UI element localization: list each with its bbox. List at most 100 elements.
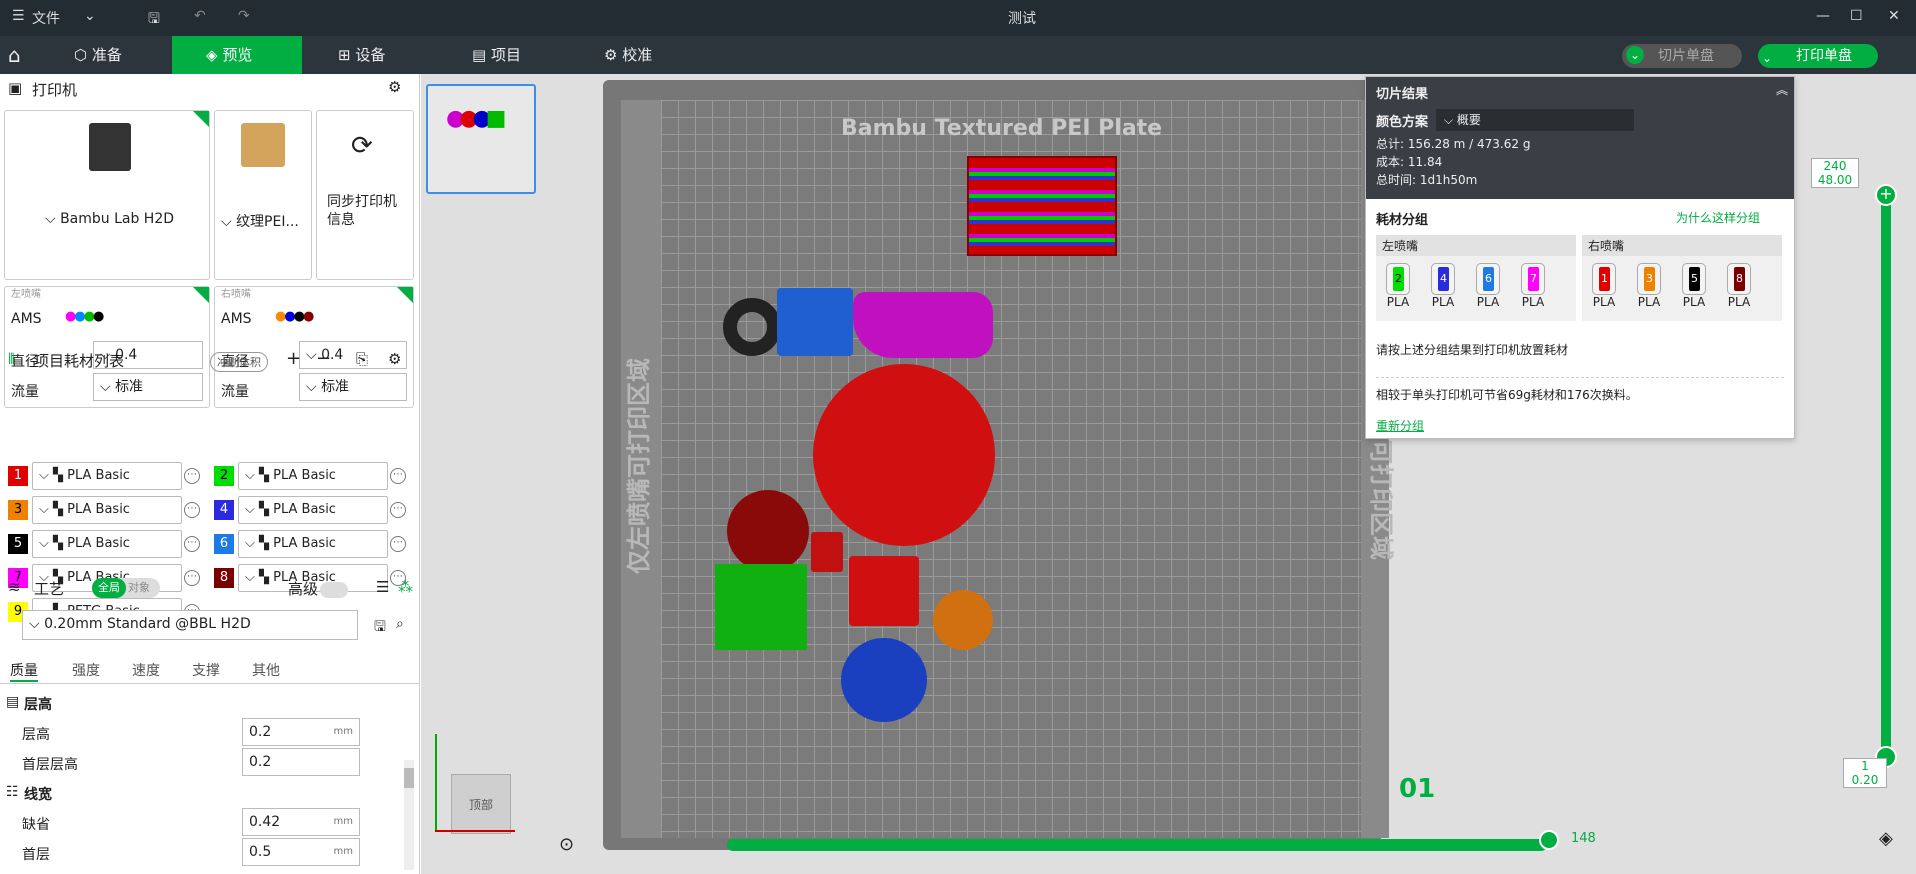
regroup-link[interactable]: 重新分组: [1376, 417, 1424, 434]
filament-more-icon[interactable]: ⋯: [390, 502, 406, 518]
filament-select[interactable]: ⌵ ▚ PLA Basic: [32, 462, 182, 490]
spool-icon: 2: [1386, 263, 1410, 295]
filament-more-icon[interactable]: ⋯: [184, 502, 200, 518]
filament-color-swatch[interactable]: 6: [214, 534, 234, 554]
process-preset-select[interactable]: ⌵ 0.20mm Standard @BBL H2D: [22, 610, 358, 640]
printer-icon: ▣: [8, 79, 23, 97]
layer-height-input[interactable]: 0.2 mm: [242, 718, 360, 746]
tab-prepare[interactable]: ⬡ 准备: [74, 36, 174, 74]
filament-more-icon[interactable]: ⋯: [184, 536, 200, 552]
plate-type-card[interactable]: ⌵ 纹理PEI...: [214, 110, 312, 280]
gear-icon[interactable]: ⚙: [388, 78, 401, 96]
filament-color-swatch[interactable]: 4: [214, 500, 234, 520]
filament-select[interactable]: ⌵ ▚ PLA Basic: [238, 496, 388, 524]
model-striped-block[interactable]: [967, 156, 1117, 256]
model-red-block[interactable]: [849, 556, 919, 626]
model-small-red-block[interactable]: [811, 532, 843, 572]
filament-color-swatch[interactable]: 5: [8, 534, 28, 554]
advanced-switch[interactable]: [320, 582, 348, 598]
model-green-cube[interactable]: [715, 564, 807, 650]
filament-color-swatch[interactable]: 3: [8, 500, 28, 520]
left-flow-select[interactable]: ⌵ 标准: [93, 373, 203, 401]
tab-home[interactable]: ⌂: [8, 36, 38, 74]
save-preset-icon[interactable]: 🖫: [374, 616, 386, 640]
undo-icon[interactable]: ↶: [194, 8, 206, 24]
layer-slider-top-handle[interactable]: +: [1875, 184, 1897, 206]
filament-select[interactable]: ⌵ ▚ PLA Basic: [238, 530, 388, 558]
tab-support[interactable]: 支撑: [192, 660, 220, 680]
tab-project[interactable]: ▤ 项目: [472, 36, 572, 74]
grouped-filament: 8 PLA: [1725, 263, 1753, 309]
first-layer-height-label: 首层层高: [22, 757, 78, 773]
add-filament-icon[interactable]: +: [286, 348, 301, 369]
right-flow-select[interactable]: ⌵ 标准: [299, 373, 407, 401]
first-layer-height-input[interactable]: 0.2: [242, 748, 360, 776]
object-toggle[interactable]: 对象: [128, 578, 150, 598]
filament-name: PLA Basic: [67, 468, 130, 483]
global-object-toggle[interactable]: 全局 对象: [92, 578, 160, 598]
minimize-icon[interactable]: —: [1816, 8, 1830, 24]
global-toggle[interactable]: 全局: [92, 578, 126, 598]
menu-icon[interactable]: ☰: [12, 8, 25, 24]
filament-more-icon[interactable]: ⋯: [390, 468, 406, 484]
filament-more-icon[interactable]: ⋯: [184, 468, 200, 484]
default-width-input[interactable]: 0.42 mm: [242, 808, 360, 836]
tab-speed[interactable]: 速度: [132, 660, 160, 680]
tab-preview[interactable]: ◈ 预览: [172, 36, 302, 74]
remove-filament-icon[interactable]: −: [316, 348, 331, 369]
plate-thumbnail[interactable]: ●●●■: [426, 84, 536, 194]
why-grouping-link[interactable]: 为什么这样分组: [1676, 209, 1760, 226]
model-orange-cone[interactable]: [933, 590, 993, 650]
total-usage: 总计: 156.28 m / 473.62 g: [1376, 137, 1531, 151]
tab-device[interactable]: ⊞ 设备: [338, 36, 438, 74]
sync-printer-button[interactable]: ⟳ 同步打印机信息: [316, 110, 414, 280]
chevron-down-icon[interactable]: ⌄: [84, 8, 96, 24]
model-magenta-tag[interactable]: [853, 292, 993, 358]
model-black-ring[interactable]: [723, 298, 781, 356]
tab-others[interactable]: 其他: [252, 660, 280, 680]
save-icon[interactable]: 🖫: [148, 8, 160, 32]
collapse-icon[interactable]: ︽: [1776, 81, 1788, 98]
first-width-input[interactable]: 0.5 mm: [242, 838, 360, 866]
printer-model-card[interactable]: ⌵ Bambu Lab H2D: [4, 110, 210, 280]
process-tabs: 质量 强度 速度 支撑 其他: [0, 656, 419, 684]
list-icon[interactable]: ☰: [376, 578, 389, 596]
redo-icon[interactable]: ↷: [238, 8, 250, 24]
maximize-icon[interactable]: ☐: [1850, 8, 1863, 24]
move-slider-handle[interactable]: [1539, 830, 1559, 850]
tab-quality[interactable]: 质量: [10, 660, 38, 682]
slice-plate-button[interactable]: ⌄ 切片单盘: [1622, 44, 1742, 68]
layer-top-height: 48.00: [1817, 173, 1853, 187]
compare-icon[interactable]: ⁂: [398, 578, 413, 596]
tab-calibrate[interactable]: ⚙ 校准: [604, 36, 704, 74]
move-slider[interactable]: [727, 839, 1547, 851]
model-blue-cylinder[interactable]: [841, 638, 927, 722]
filament-type-label: PLA: [1521, 295, 1545, 309]
close-icon[interactable]: ✕: [1888, 8, 1900, 24]
search-icon[interactable]: ⌕: [396, 616, 404, 632]
filament-type-icon: ⌵ ▚: [39, 502, 68, 517]
color-scheme-select[interactable]: ⌵ 概要: [1436, 109, 1634, 131]
file-menu[interactable]: 文件: [32, 8, 60, 28]
filament-color-swatch[interactable]: 2: [214, 466, 234, 486]
filament-color-swatch[interactable]: 1: [8, 466, 28, 486]
filament-select[interactable]: ⌵ ▚ PLA Basic: [32, 496, 182, 524]
filament-select[interactable]: ⌵ ▚ PLA Basic: [32, 530, 182, 558]
tab-strength[interactable]: 强度: [72, 660, 100, 680]
spool-icon: 6: [1476, 263, 1500, 295]
layer-slider[interactable]: [1881, 190, 1891, 760]
filament-select[interactable]: ⌵ ▚ PLA Basic: [238, 462, 388, 490]
settings-scrollbar[interactable]: [404, 760, 414, 870]
line-width-group: 线宽: [24, 787, 52, 803]
flush-volume-button[interactable]: 冲刷体积: [210, 352, 268, 372]
camera-fit-icon[interactable]: ⊙: [559, 834, 574, 855]
layers-toggle-icon[interactable]: ◈: [1879, 828, 1893, 849]
sync-filament-icon[interactable]: ⎘: [356, 350, 368, 368]
model-darkred-sphere[interactable]: [727, 490, 809, 572]
model-red-disc[interactable]: [813, 364, 995, 546]
gear-icon[interactable]: ⚙: [388, 350, 401, 368]
print-plate-button[interactable]: ⌄ 打印单盘: [1758, 44, 1878, 68]
slice-plate-label: 切片单盘: [1658, 48, 1714, 64]
filament-more-icon[interactable]: ⋯: [390, 536, 406, 552]
model-blue-block[interactable]: [777, 288, 853, 356]
